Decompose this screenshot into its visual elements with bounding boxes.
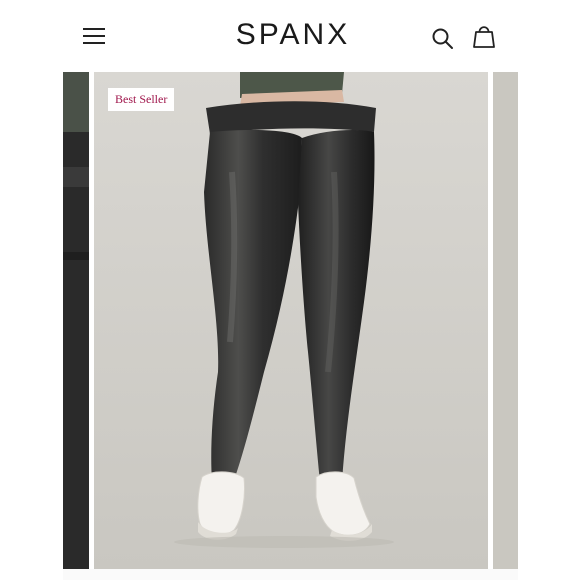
app-frame: SPANX Best Seller (63, 0, 518, 580)
site-header: SPANX (63, 0, 518, 72)
page-bottom-strip (63, 569, 518, 580)
brand-logo-text: SPANX (235, 18, 351, 51)
brand-logo[interactable]: SPANX (213, 18, 373, 52)
next-product-image[interactable] (493, 72, 518, 569)
hamburger-menu-icon[interactable] (83, 24, 107, 46)
product-image-carousel[interactable]: Best Seller (63, 72, 518, 569)
product-image[interactable]: Best Seller (94, 72, 488, 569)
best-seller-badge: Best Seller (108, 88, 175, 111)
previous-product-image[interactable] (63, 72, 89, 569)
shopping-bag-icon[interactable] (471, 22, 497, 50)
search-icon[interactable] (430, 26, 456, 52)
leggings-illustration (94, 72, 488, 569)
